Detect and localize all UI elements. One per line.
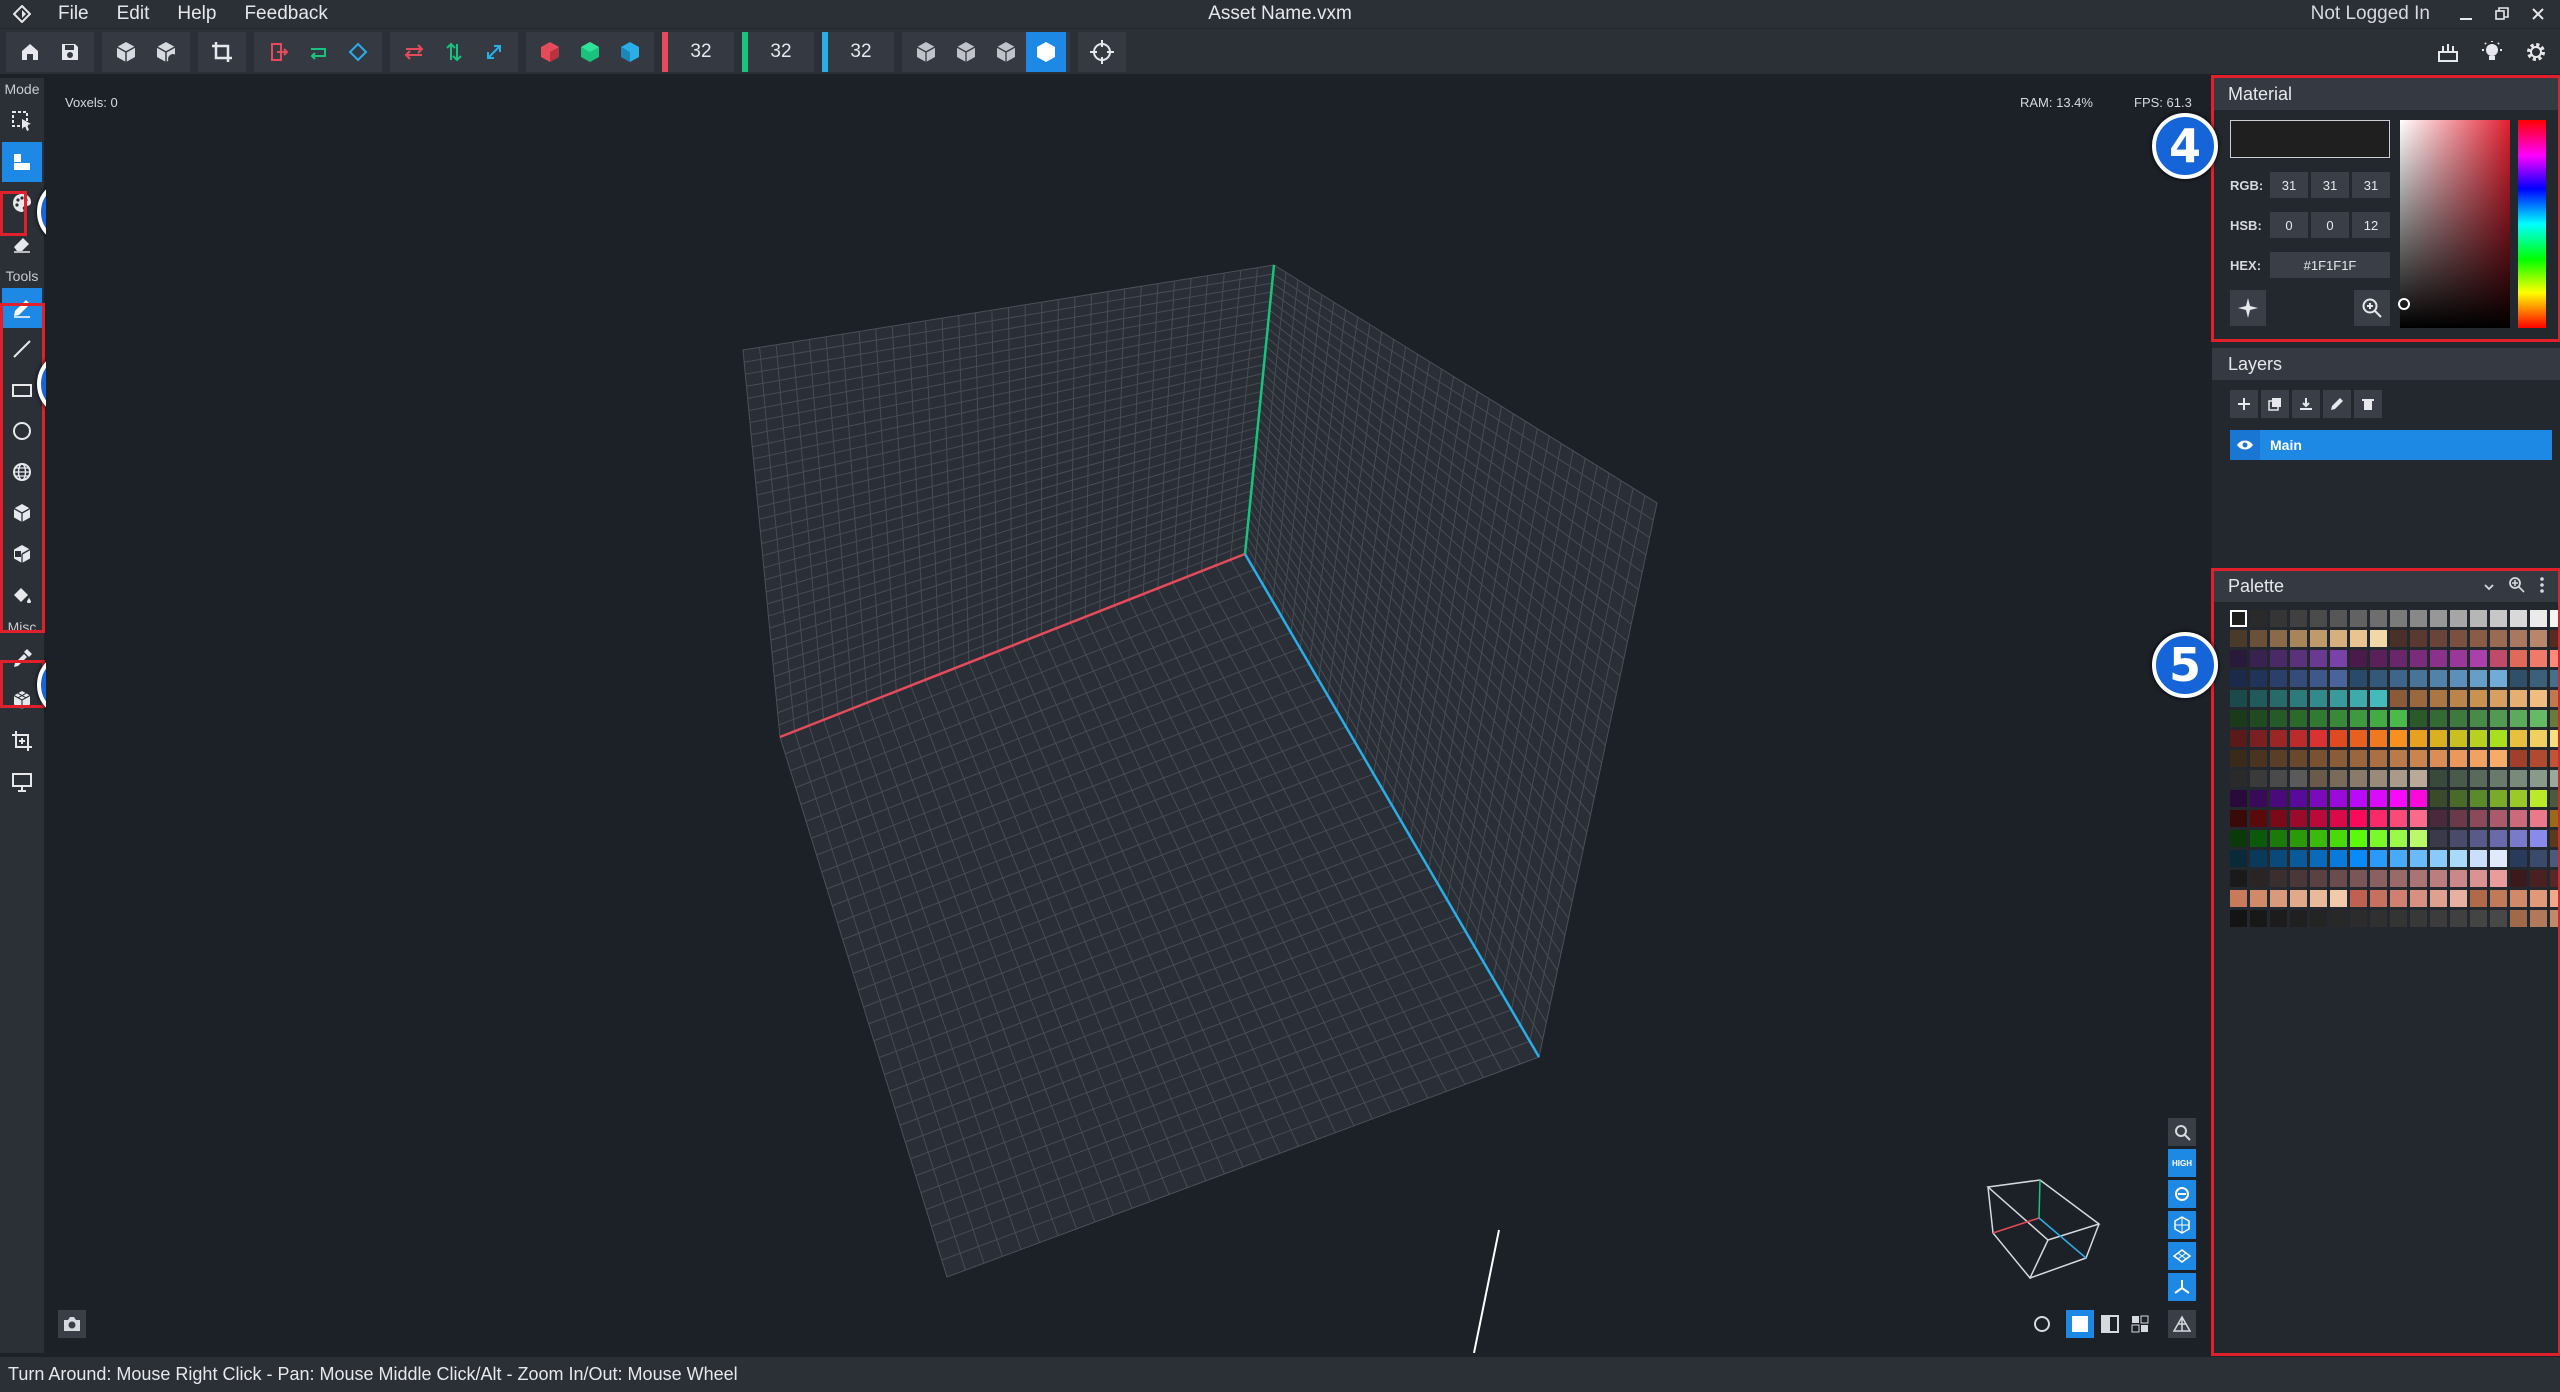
camera-icon[interactable]: [58, 1310, 86, 1338]
axis-toggle-icon[interactable]: [2168, 1273, 2196, 1301]
grid-toggle-icon[interactable]: [2168, 1242, 2196, 1270]
size-x-field[interactable]: 32: [662, 31, 734, 72]
cursor-line: [1473, 1229, 1500, 1353]
rename-layer-icon[interactable]: [2323, 390, 2351, 418]
view-cube-3-icon[interactable]: [986, 32, 1026, 72]
restore-icon[interactable]: [2492, 4, 2512, 24]
flip-z-icon[interactable]: [474, 32, 514, 72]
3d-viewport[interactable]: Voxels: 0 RAM: 13.4% FPS: 61.3 HIGH: [46, 78, 2210, 1353]
layout-quad-icon[interactable]: [2126, 1310, 2154, 1338]
delete-layer-icon[interactable]: [2354, 390, 2382, 418]
lighting-icon[interactable]: [2428, 32, 2468, 72]
layer-visibility-eye-icon[interactable]: [2230, 430, 2260, 460]
left-tool-rail: Mode Tools Misc: [0, 78, 44, 1353]
minimize-icon[interactable]: [2456, 4, 2476, 24]
flip-y-icon[interactable]: [434, 32, 474, 72]
badge-5: 5: [2152, 632, 2218, 698]
layers-title: Layers: [2212, 348, 2560, 380]
cube-red-icon[interactable]: [530, 32, 570, 72]
wireframe-icon[interactable]: [2168, 1211, 2196, 1239]
view-circle-icon[interactable]: [2028, 1310, 2056, 1338]
render-mode-icon[interactable]: [2168, 1180, 2196, 1208]
badge-4: 4: [2152, 113, 2218, 179]
layers-panel: Layers Main: [2212, 348, 2560, 528]
cube-green-icon[interactable]: [570, 32, 610, 72]
view-cube-2-icon[interactable]: [946, 32, 986, 72]
highlight-box-mode: [0, 191, 27, 236]
settings-gear-icon[interactable]: [2516, 32, 2556, 72]
voxel-grid-scene[interactable]: [46, 78, 2210, 1353]
zoom-fit-icon[interactable]: [2168, 1118, 2196, 1146]
flip-x-icon[interactable]: [394, 32, 434, 72]
cube-remove-icon[interactable]: [146, 32, 186, 72]
loop-green-icon[interactable]: [298, 32, 338, 72]
duplicate-layer-icon[interactable]: [2261, 390, 2289, 418]
cube-add-icon[interactable]: [106, 32, 146, 72]
layout-split-icon[interactable]: [2096, 1310, 2124, 1338]
view-cube-1-icon[interactable]: [906, 32, 946, 72]
rotate-blue-icon[interactable]: [338, 32, 378, 72]
transform-icon[interactable]: [2, 721, 42, 761]
orientation-cube[interactable]: [1986, 1179, 2101, 1280]
menu-help[interactable]: Help: [163, 3, 230, 25]
merge-layer-icon[interactable]: [2292, 390, 2320, 418]
size-y-field[interactable]: 32: [742, 31, 814, 72]
add-layer-icon[interactable]: [2230, 390, 2258, 418]
save-icon[interactable]: [50, 32, 90, 72]
layer-row-main[interactable]: Main: [2230, 430, 2552, 460]
voxel-mode-icon[interactable]: [2, 142, 42, 182]
home-icon[interactable]: [10, 32, 50, 72]
crop-icon[interactable]: [202, 32, 242, 72]
tools-section-label: Tools: [5, 268, 39, 284]
menu-bar: File Edit Help Feedback Asset Name.vxm N…: [0, 0, 2560, 28]
highlight-box-tools: [0, 303, 45, 633]
highlight-box-palette: [2211, 568, 2560, 1356]
mode-section-label: Mode: [4, 81, 40, 97]
layout-single-icon[interactable]: [2066, 1310, 2094, 1338]
crosshair-icon[interactable]: [1082, 32, 1122, 72]
cube-blue-icon[interactable]: [610, 32, 650, 72]
toolbar: 32 32 32: [0, 28, 2560, 74]
quality-high-button[interactable]: HIGH: [2168, 1149, 2196, 1177]
menu-feedback[interactable]: Feedback: [230, 3, 341, 25]
menu-file[interactable]: File: [44, 3, 103, 25]
select-mode-icon[interactable]: [2, 101, 42, 141]
view-cube-4-icon[interactable]: [1026, 31, 1066, 72]
size-z-field[interactable]: 32: [822, 31, 894, 72]
perspective-icon[interactable]: [2168, 1310, 2196, 1338]
bulb-icon[interactable]: [2472, 32, 2512, 72]
export-red-icon[interactable]: [258, 32, 298, 72]
window-title: Asset Name.vxm: [1208, 3, 1352, 24]
close-icon[interactable]: [2528, 4, 2548, 24]
menu-edit[interactable]: Edit: [103, 3, 164, 25]
highlight-box-material: [2211, 75, 2560, 342]
login-status[interactable]: Not Logged In: [2311, 3, 2430, 25]
status-bar-hint: Turn Around: Mouse Right Click - Pan: Mo…: [0, 1357, 2560, 1392]
app-logo-icon: [0, 0, 44, 28]
layer-name: Main: [2270, 437, 2302, 453]
presentation-icon[interactable]: [2, 762, 42, 802]
